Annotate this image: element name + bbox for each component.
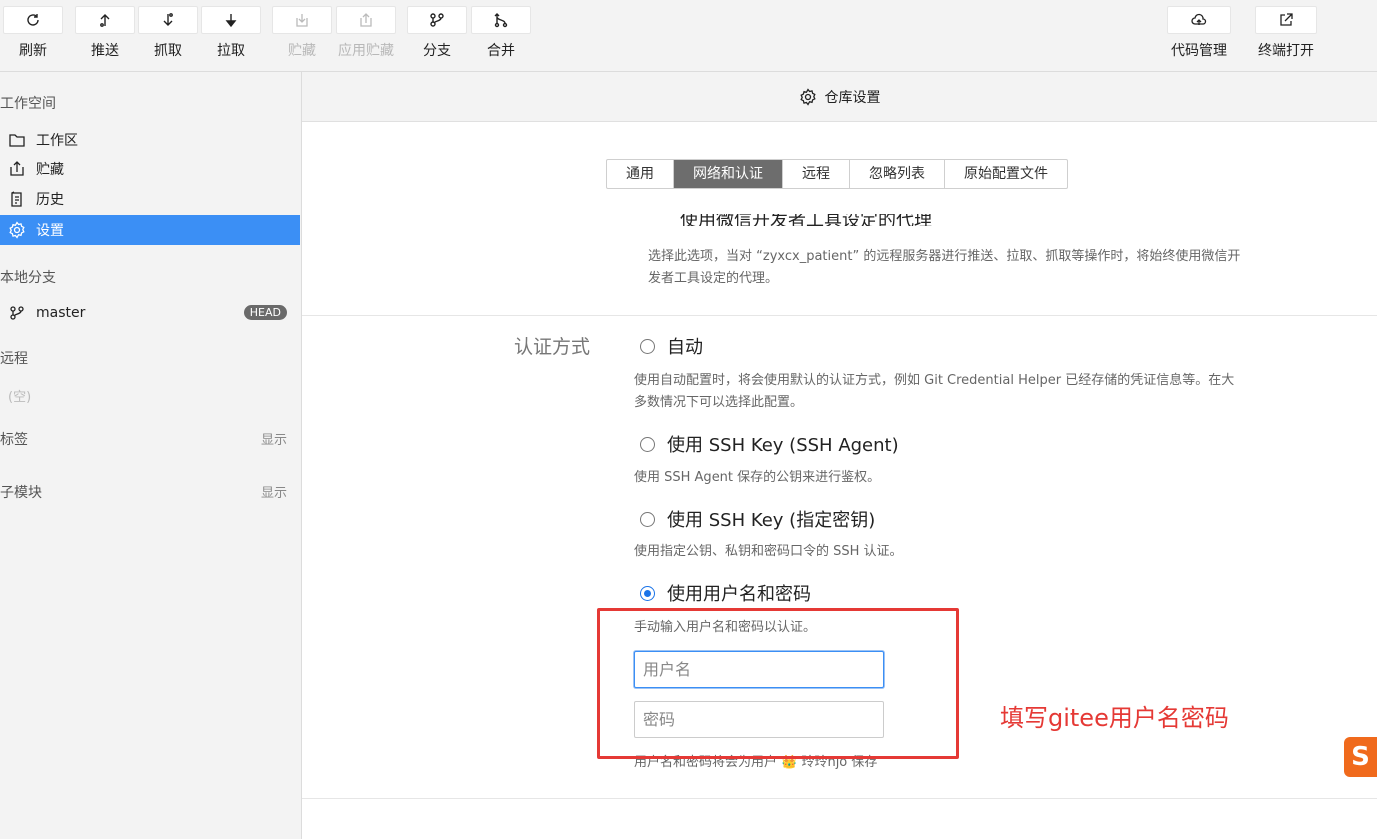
submodules-show-link[interactable]: 显示 (261, 482, 287, 501)
merge-label: 合并 (487, 43, 515, 59)
refresh-button[interactable]: 刷新 (3, 6, 63, 68)
sogou-input-logo[interactable]: S (1344, 737, 1377, 777)
annotation-highlight-box (597, 608, 959, 759)
tab-raw-config[interactable]: 原始配置文件 (945, 160, 1067, 188)
section-divider (302, 315, 1377, 316)
submodules-section-title: 子模块 (0, 485, 42, 501)
remote-empty-text: (空) (8, 390, 32, 405)
auth-option-desc: 使用指定公钥、私钥和密码口令的 SSH 认证。 (634, 544, 903, 559)
apply-stash-button[interactable]: 应用贮藏 (336, 6, 396, 68)
apply-stash-icon (360, 13, 372, 27)
auth-option-label: 自动 (667, 337, 703, 358)
stash-icon (296, 14, 308, 27)
auth-option-label: 使用用户名和密码 (667, 584, 811, 605)
proxy-option-label: 使用微信开发者工具设定的代理 (680, 214, 932, 226)
pull-label: 拉取 (217, 43, 245, 59)
branch-icon (10, 306, 24, 320)
tab-network-auth[interactable]: 网络和认证 (674, 160, 783, 188)
branch-name: master (36, 305, 86, 321)
section-divider (302, 798, 1377, 799)
tab-general[interactable]: 通用 (607, 160, 674, 188)
stash-button[interactable]: 贮藏 (272, 6, 332, 68)
gear-icon (9, 221, 25, 239)
branch-label: 分支 (423, 43, 451, 59)
fetch-icon (163, 13, 173, 26)
auth-option-label: 使用 SSH Key (SSH Agent) (667, 435, 899, 456)
toolbar: 刷新 推送 抓取 拉取 贮藏 应用贮藏 分支 合并 代码管理 终端打开 (0, 0, 1377, 72)
pull-button[interactable]: 拉取 (201, 6, 261, 68)
sidebar-item-label: 设置 (36, 223, 64, 239)
sidebar-item-label: 贮藏 (36, 162, 64, 178)
merge-button[interactable]: 合并 (471, 6, 531, 68)
stash-icon (10, 161, 24, 176)
branch-icon (430, 13, 444, 27)
open-in-terminal-label: 终端打开 (1258, 43, 1314, 59)
remote-section-title: 远程 (0, 351, 28, 367)
annotation-text: 填写gitee用户名密码 (1000, 704, 1229, 732)
push-button[interactable]: 推送 (75, 6, 135, 68)
apply-stash-label: 应用贮藏 (338, 43, 394, 59)
stash-label: 贮藏 (288, 43, 316, 59)
local-branches-section-title: 本地分支 (0, 270, 56, 286)
auth-option-desc: 使用 SSH Agent 保存的公钥来进行鉴权。 (634, 470, 881, 485)
auth-option-auto[interactable]: 自动 (640, 333, 703, 359)
code-management-button[interactable]: 代码管理 (1167, 6, 1231, 68)
pull-icon (225, 14, 237, 28)
merge-icon (494, 13, 508, 28)
radio-button[interactable] (640, 511, 655, 527)
sidebar-item-label: 工作区 (36, 133, 78, 149)
sidebar-item-workspace[interactable]: 工作区 (0, 125, 300, 155)
history-icon (11, 191, 22, 207)
page-title: 仓库设置 (824, 89, 881, 106)
proxy-option-cutoff: 使用微信开发者工具设定的代理 (680, 214, 1080, 226)
sidebar-item-settings[interactable]: 设置 (0, 215, 300, 245)
head-badge: HEAD (243, 305, 287, 320)
folder-icon (9, 134, 25, 147)
refresh-icon (27, 14, 39, 26)
tags-section-title: 标签 (0, 432, 28, 448)
fetch-label: 抓取 (154, 43, 182, 59)
branch-button[interactable]: 分支 (407, 6, 467, 68)
auth-option-label: 使用 SSH Key (指定密钥) (667, 510, 876, 531)
auth-method-label: 认证方式 (514, 336, 591, 358)
auth-option-ssh-key[interactable]: 使用 SSH Key (指定密钥) (640, 506, 875, 532)
tab-remote[interactable]: 远程 (783, 160, 850, 188)
fetch-button[interactable]: 抓取 (138, 6, 198, 68)
proxy-description: 选择此选项，当对 “zyxcx_patient” 的远程服务器进行推送、拉取、抓… (648, 249, 1241, 286)
tags-show-link[interactable]: 显示 (261, 429, 287, 448)
repo-settings-header: 仓库设置 (302, 72, 1377, 122)
radio-button[interactable] (640, 436, 655, 452)
auth-option-desc: 使用自动配置时，将会使用默认的认证方式，例如 Git Credential He… (634, 373, 1235, 410)
workspace-section-title: 工作空间 (0, 96, 56, 112)
sidebar: 工作空间 工作区 贮藏 历史 设置 本地分支 master HEAD 远程 (空… (0, 72, 302, 839)
auth-option-ssh-agent[interactable]: 使用 SSH Key (SSH Agent) (640, 431, 899, 457)
radio-button[interactable] (640, 338, 655, 354)
external-link-icon (1280, 13, 1293, 26)
push-label: 推送 (91, 43, 119, 59)
code-management-label: 代码管理 (1171, 43, 1227, 59)
radio-button-selected[interactable] (640, 585, 655, 601)
open-in-terminal-button[interactable]: 终端打开 (1255, 6, 1317, 68)
refresh-label: 刷新 (19, 43, 47, 59)
sidebar-item-stash[interactable]: 贮藏 (0, 154, 300, 184)
auth-option-username-password[interactable]: 使用用户名和密码 (640, 580, 811, 606)
sidebar-item-label: 历史 (36, 192, 64, 208)
cloud-icon (1191, 13, 1207, 25)
gear-icon (799, 87, 816, 106)
push-icon (100, 14, 110, 27)
settings-tabs: 通用 网络和认证 远程 忽略列表 原始配置文件 (606, 159, 1068, 189)
tab-ignore-list[interactable]: 忽略列表 (850, 160, 945, 188)
sidebar-item-history[interactable]: 历史 (0, 184, 300, 214)
